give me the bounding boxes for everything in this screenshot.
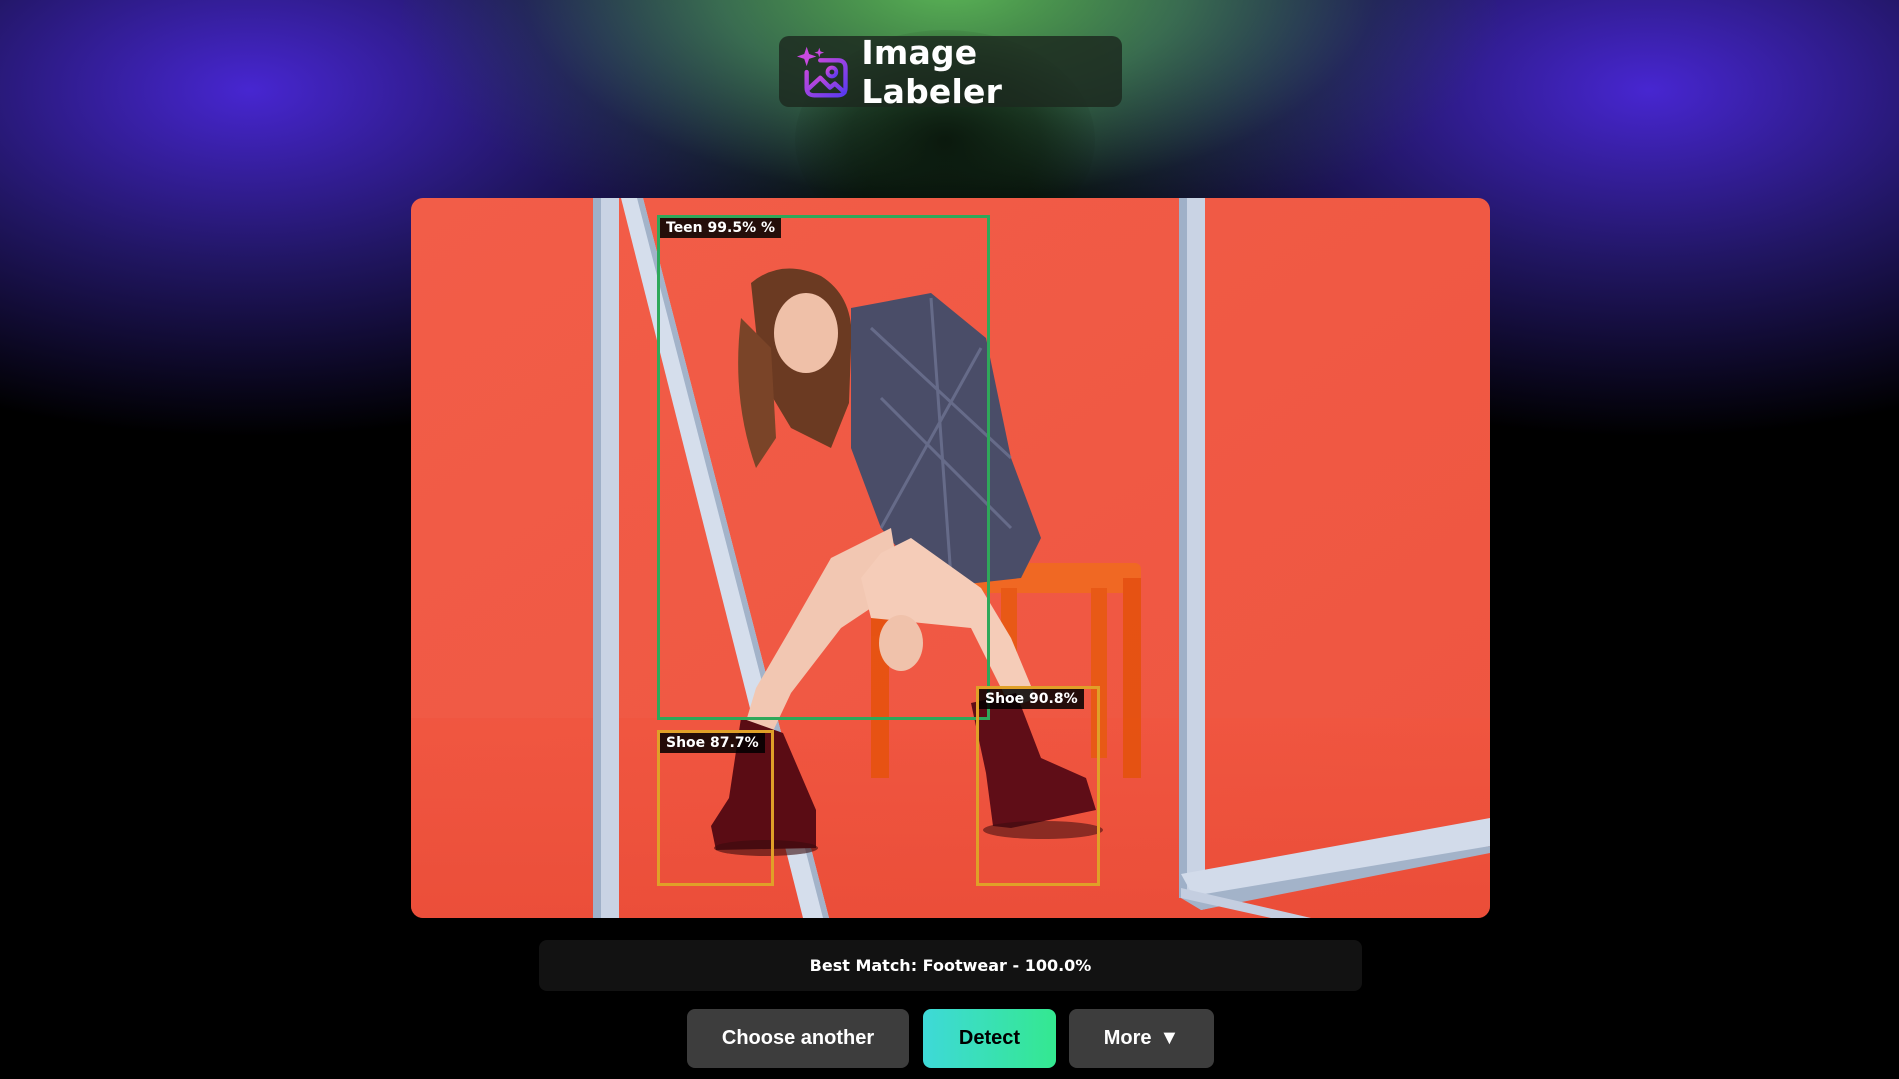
action-bar: Choose another Detect More ▼ [0, 1009, 1899, 1068]
detection-box-teen [657, 215, 990, 720]
detection-label-shoe-right: Shoe 90.8% [979, 689, 1084, 709]
detect-button[interactable]: Detect [923, 1009, 1056, 1068]
more-button[interactable]: More ▼ [1069, 1009, 1214, 1068]
detection-image: Teen 99.5% % Shoe 90.8% Shoe 87.7% [411, 198, 1490, 918]
detection-box-shoe-right [976, 686, 1100, 886]
detection-box-shoe-left [657, 730, 774, 886]
choose-another-button[interactable]: Choose another [687, 1009, 909, 1068]
best-match-result: Best Match: Footwear - 100.0% [539, 940, 1362, 991]
best-match-confidence: 100.0% [1024, 956, 1092, 975]
best-match-separator: - [1006, 956, 1025, 975]
app-title: Image Labeler [861, 32, 1003, 111]
best-match-prefix: Best Match: [809, 956, 918, 975]
app-header: Image Labeler [779, 33, 1122, 111]
detection-label-teen: Teen 99.5% % [660, 218, 781, 238]
more-button-label: More [1103, 1027, 1152, 1049]
best-match-label: Footwear [922, 956, 1007, 975]
triangle-down-icon: ▼ [1159, 1027, 1180, 1049]
detection-label-shoe-left: Shoe 87.7% [660, 733, 765, 753]
sparkle-image-icon [796, 46, 848, 97]
